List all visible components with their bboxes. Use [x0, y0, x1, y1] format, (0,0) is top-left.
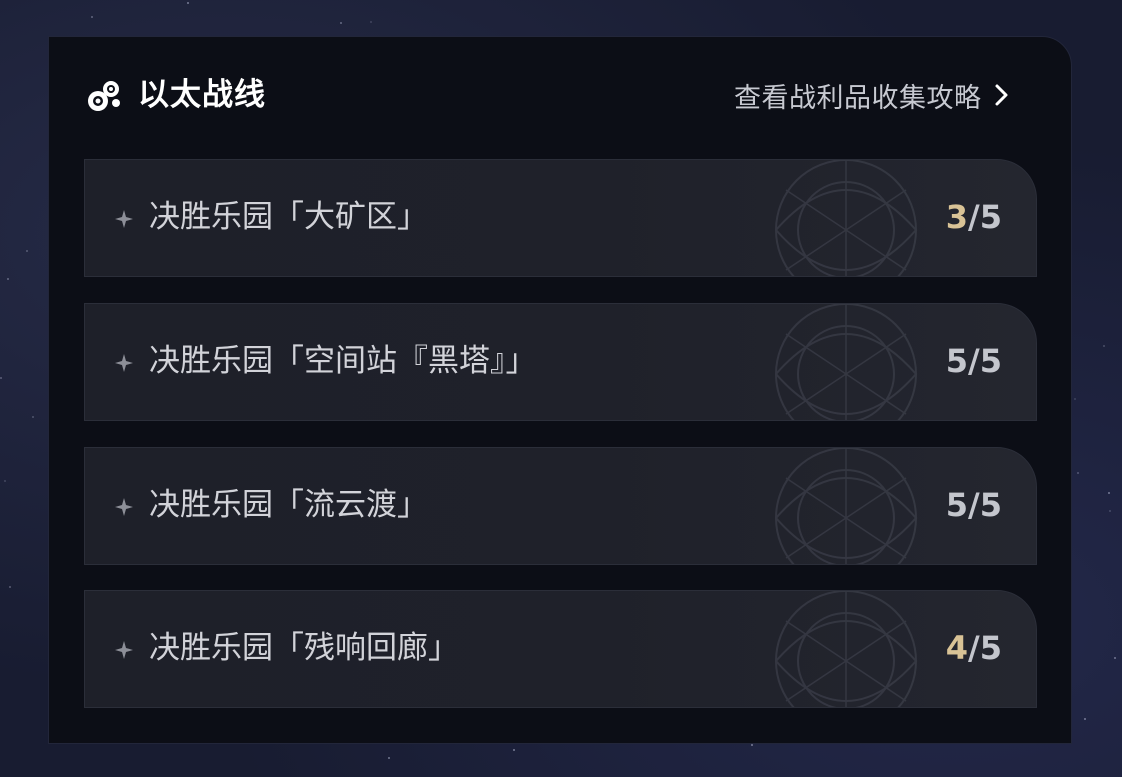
- total-count: 5: [979, 629, 1002, 667]
- star-dot: [4, 480, 6, 482]
- collection-progress: 5/5: [946, 482, 1002, 528]
- stage-name: 决胜乐园「残响回廊」: [149, 630, 459, 666]
- collected-count: 5: [945, 342, 969, 380]
- star-dot: [1084, 718, 1086, 720]
- star-dot: [370, 21, 372, 23]
- star-dot: [388, 757, 390, 759]
- count-separator: /: [968, 198, 980, 236]
- sparkle-icon: [115, 354, 133, 372]
- total-count: 5: [979, 342, 1002, 380]
- count-separator: /: [968, 342, 980, 380]
- stage-name: 决胜乐园「大矿区」: [149, 199, 428, 235]
- star-dot: [1077, 472, 1079, 474]
- sparkle-icon: [115, 641, 133, 659]
- stage-row[interactable]: 决胜乐园「空间站『黑塔』」 5/5: [84, 303, 1037, 421]
- star-dot: [1074, 398, 1076, 400]
- sparkle-icon: [115, 498, 133, 516]
- ether-orbs-icon: [88, 81, 120, 111]
- loot-guide-link[interactable]: 查看战利品收集攻略: [734, 74, 1010, 116]
- collection-progress: 4/5: [946, 625, 1002, 671]
- star-dot: [1114, 657, 1116, 659]
- star-dot: [1109, 510, 1111, 512]
- star-dot: [26, 250, 28, 252]
- star-dot: [0, 377, 2, 379]
- stage-name: 决胜乐园「空间站『黑塔』」: [149, 343, 537, 379]
- page-title: 以太战线: [138, 77, 266, 113]
- loot-guide-label: 查看战利品收集攻略: [734, 82, 982, 114]
- star-dot: [513, 749, 515, 751]
- star-dot: [751, 744, 753, 746]
- star-dot: [91, 16, 93, 18]
- collected-count: 4: [945, 629, 969, 667]
- star-dot: [1103, 345, 1105, 347]
- stage-name: 决胜乐园「流云渡」: [149, 487, 428, 523]
- star-dot: [1108, 492, 1110, 494]
- collected-count: 3: [945, 198, 969, 236]
- stage-row[interactable]: 决胜乐园「大矿区」 3/5: [84, 159, 1037, 277]
- collection-progress: 3/5: [946, 194, 1002, 240]
- star-dot: [340, 22, 342, 24]
- star-dot: [32, 416, 34, 418]
- total-count: 5: [979, 198, 1002, 236]
- star-dot: [9, 586, 11, 588]
- stage-row[interactable]: 决胜乐园「残响回廊」 4/5: [84, 590, 1037, 708]
- sparkle-icon: [115, 210, 133, 228]
- stage-row[interactable]: 决胜乐园「流云渡」 5/5: [84, 447, 1037, 565]
- collection-progress: 5/5: [946, 338, 1002, 384]
- star-dot: [7, 278, 9, 280]
- count-separator: /: [968, 629, 980, 667]
- star-dot: [187, 2, 189, 4]
- total-count: 5: [979, 486, 1002, 524]
- count-separator: /: [968, 486, 980, 524]
- collected-count: 5: [945, 486, 969, 524]
- chevron-right-icon: [995, 84, 1007, 106]
